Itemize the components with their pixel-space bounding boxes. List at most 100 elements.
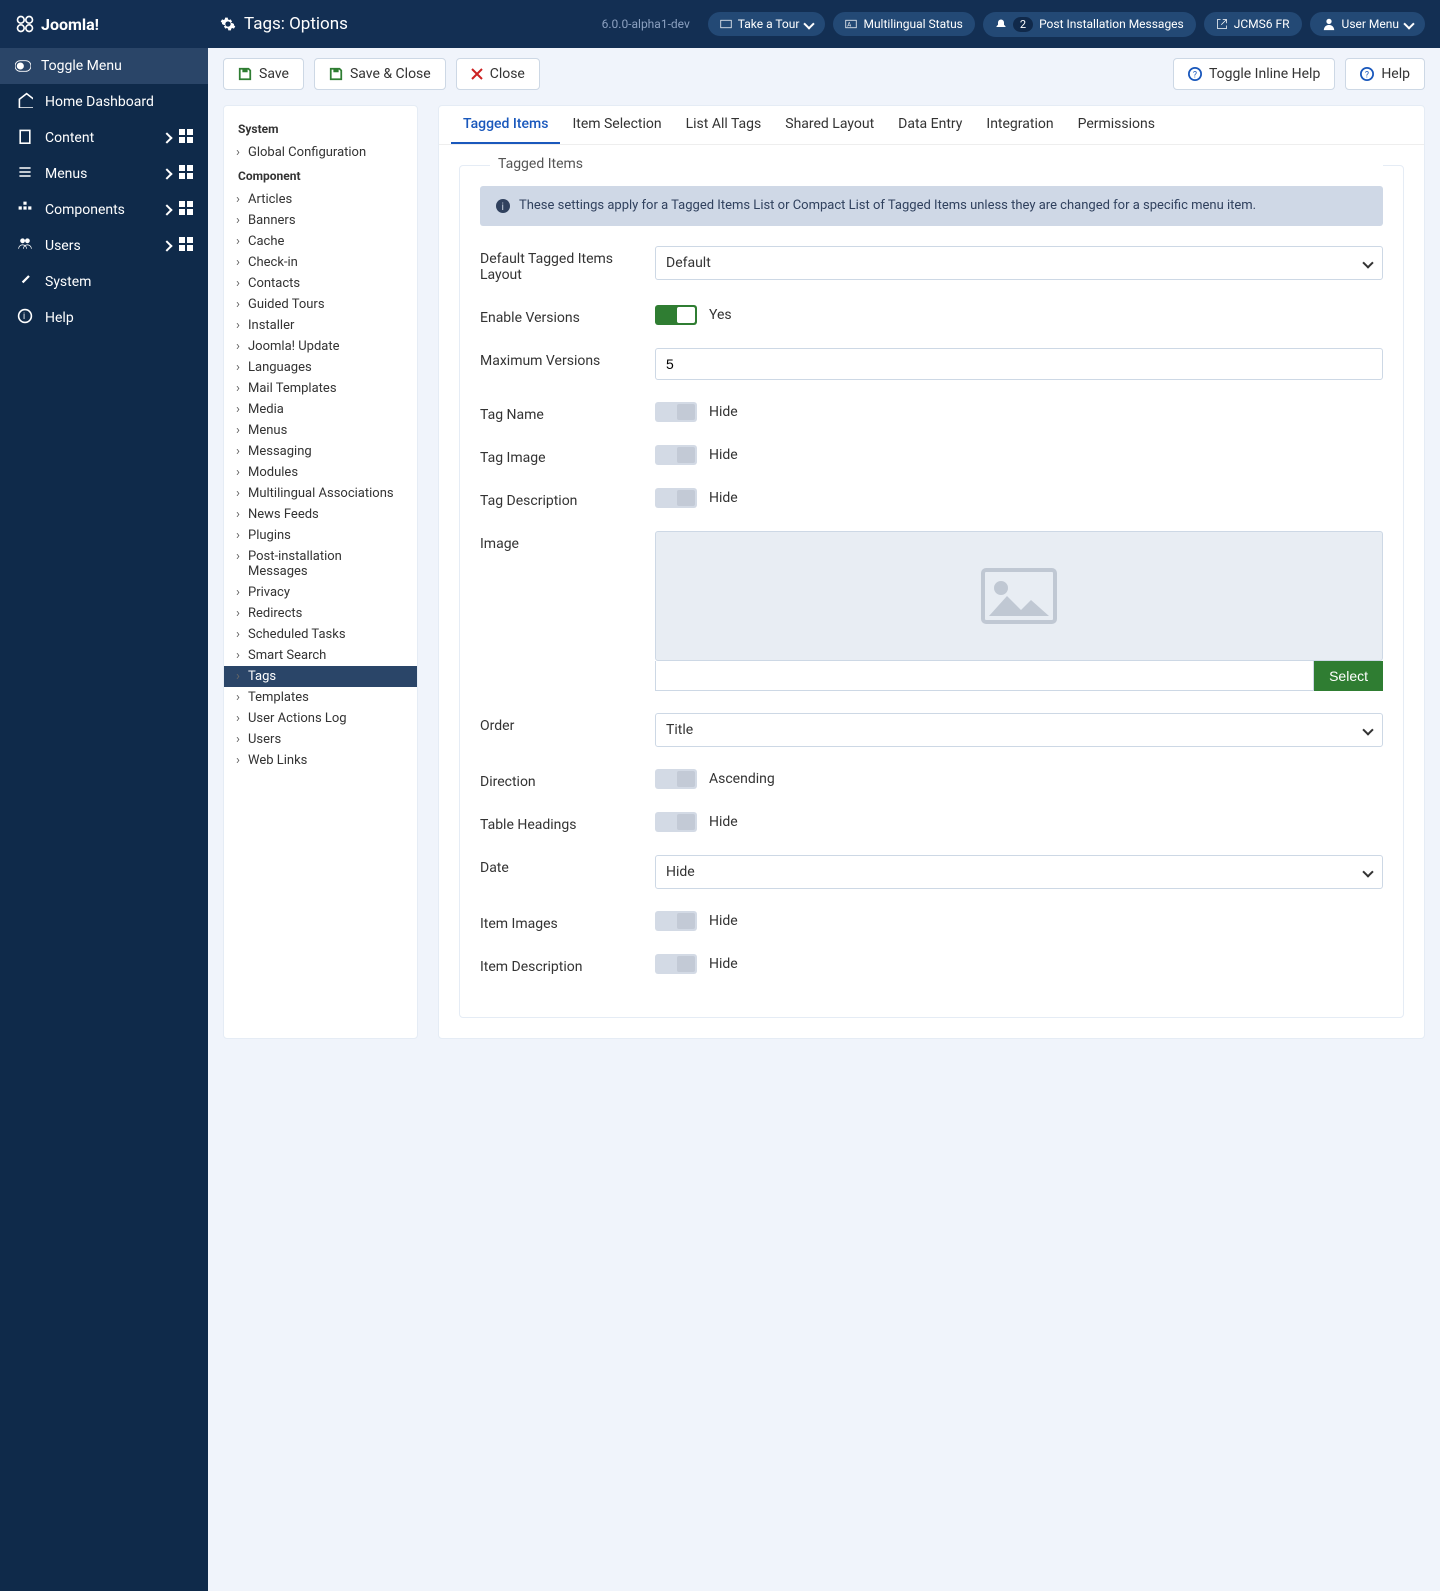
tab-data-entry[interactable]: Data Entry	[886, 106, 974, 144]
dashboard-grid-icon[interactable]	[179, 165, 193, 183]
sidebar-item-system[interactable]: System	[0, 264, 208, 300]
sidebar-item-icon	[15, 92, 35, 112]
tag-name-value: Hide	[709, 404, 738, 420]
config-nav-item[interactable]: Smart Search	[224, 645, 417, 666]
config-nav-item[interactable]: Contacts	[224, 273, 417, 294]
config-nav-item[interactable]: Cache	[224, 231, 417, 252]
save-label: Save	[259, 66, 289, 82]
enable-versions-value: Yes	[709, 307, 732, 323]
tag-description-switch[interactable]	[655, 488, 697, 508]
tab-tagged-items[interactable]: Tagged Items	[451, 106, 560, 144]
config-nav-item[interactable]: Banners	[224, 210, 417, 231]
multilingual-status-button[interactable]: A Multilingual Status	[833, 12, 974, 36]
info-text: These settings apply for a Tagged Items …	[519, 198, 1256, 213]
chevron-right-icon	[163, 130, 171, 146]
image-preview-box	[655, 531, 1383, 661]
chevron-down-icon	[1362, 257, 1373, 268]
toggle-menu-label: Toggle Menu	[41, 58, 122, 74]
config-nav-item[interactable]: Installer	[224, 315, 417, 336]
image-path-input[interactable]	[655, 661, 1314, 691]
sidebar-item-icon	[15, 200, 35, 220]
config-nav-item[interactable]: Plugins	[224, 525, 417, 546]
config-nav-item[interactable]: Media	[224, 399, 417, 420]
save-button[interactable]: Save	[223, 58, 304, 90]
close-icon	[471, 68, 483, 80]
config-nav-item[interactable]: Global Configuration	[224, 142, 417, 163]
config-nav-item[interactable]: Messaging	[224, 441, 417, 462]
options-panel: Tagged ItemsItem SelectionList All TagsS…	[438, 105, 1425, 1039]
sidebar-item-menus[interactable]: Menus	[0, 156, 208, 192]
site-link-button[interactable]: JCMS6 FR	[1204, 12, 1302, 36]
config-nav-item[interactable]: Mail Templates	[224, 378, 417, 399]
default-layout-select[interactable]: Default	[655, 246, 1383, 280]
tab-list-all-tags[interactable]: List All Tags	[674, 106, 774, 144]
direction-value: Ascending	[709, 771, 775, 787]
table-headings-switch[interactable]	[655, 812, 697, 832]
tab-item-selection[interactable]: Item Selection	[560, 106, 673, 144]
toolbar: Save Save & Close Close ? Toggle Inline …	[223, 58, 1425, 90]
take-tour-label: Take a Tour	[738, 17, 800, 31]
toggle-menu-button[interactable]: Toggle Menu	[0, 48, 208, 84]
post-install-messages-button[interactable]: 2 Post Installation Messages	[983, 12, 1196, 37]
brand-logo[interactable]: Joomla!	[15, 14, 210, 34]
item-description-switch[interactable]	[655, 954, 697, 974]
image-placeholder-icon	[979, 566, 1059, 626]
user-menu-label: User Menu	[1342, 17, 1399, 31]
config-nav-item[interactable]: Post-installation Messages	[224, 546, 417, 582]
config-nav-item[interactable]: User Actions Log	[224, 708, 417, 729]
config-nav-item[interactable]: Users	[224, 729, 417, 750]
dashboard-grid-icon[interactable]	[179, 201, 193, 219]
external-link-icon	[1216, 18, 1228, 30]
config-nav-item[interactable]: Templates	[224, 687, 417, 708]
help-button[interactable]: ? Help	[1345, 58, 1425, 90]
config-nav-item[interactable]: Tags	[224, 666, 417, 687]
help-icon: ?	[1188, 67, 1202, 81]
svg-text:i: i	[23, 312, 25, 322]
config-nav-item[interactable]: Modules	[224, 462, 417, 483]
config-nav-item[interactable]: Menus	[224, 420, 417, 441]
config-nav-item[interactable]: Multilingual Associations	[224, 483, 417, 504]
tab-permissions[interactable]: Permissions	[1066, 106, 1167, 144]
help-icon: ?	[1360, 67, 1374, 81]
item-images-switch[interactable]	[655, 911, 697, 931]
save-close-button[interactable]: Save & Close	[314, 58, 446, 90]
tag-image-switch[interactable]	[655, 445, 697, 465]
config-nav-item[interactable]: Languages	[224, 357, 417, 378]
config-nav-item[interactable]: News Feeds	[224, 504, 417, 525]
tab-integration[interactable]: Integration	[974, 106, 1065, 144]
order-select[interactable]: Title	[655, 713, 1383, 747]
max-versions-input[interactable]	[655, 348, 1383, 380]
chevron-down-icon	[1362, 866, 1373, 877]
config-nav-item[interactable]: Web Links	[224, 750, 417, 771]
date-select[interactable]: Hide	[655, 855, 1383, 889]
svg-text:A: A	[848, 21, 852, 28]
sidebar-item-help[interactable]: iHelp	[0, 300, 208, 336]
sidebar-item-home-dashboard[interactable]: Home Dashboard	[0, 84, 208, 120]
config-nav-item[interactable]: Privacy	[224, 582, 417, 603]
toggle-inline-help-button[interactable]: ? Toggle Inline Help	[1173, 58, 1335, 90]
take-tour-button[interactable]: Take a Tour	[708, 12, 826, 36]
enable-versions-switch[interactable]	[655, 305, 697, 325]
config-nav-item[interactable]: Check-in	[224, 252, 417, 273]
direction-switch[interactable]	[655, 769, 697, 789]
image-label: Image	[480, 531, 655, 552]
config-nav-item[interactable]: Redirects	[224, 603, 417, 624]
config-nav-item[interactable]: Guided Tours	[224, 294, 417, 315]
tab-shared-layout[interactable]: Shared Layout	[773, 106, 886, 144]
joomla-icon	[15, 14, 35, 34]
sidebar-item-content[interactable]: Content	[0, 120, 208, 156]
chevron-right-icon	[163, 166, 171, 182]
item-description-value: Hide	[709, 956, 738, 972]
config-nav-item[interactable]: Scheduled Tasks	[224, 624, 417, 645]
config-nav-item[interactable]: Articles	[224, 189, 417, 210]
image-select-button[interactable]: Select	[1314, 661, 1383, 691]
close-button[interactable]: Close	[456, 58, 540, 90]
dashboard-grid-icon[interactable]	[179, 237, 193, 255]
sidebar-item-components[interactable]: Components	[0, 192, 208, 228]
config-nav-item[interactable]: Joomla! Update	[224, 336, 417, 357]
tag-name-switch[interactable]	[655, 402, 697, 422]
dashboard-grid-icon[interactable]	[179, 129, 193, 147]
tag-description-label: Tag Description	[480, 488, 655, 509]
sidebar-item-users[interactable]: Users	[0, 228, 208, 264]
user-menu-button[interactable]: User Menu	[1310, 12, 1425, 36]
